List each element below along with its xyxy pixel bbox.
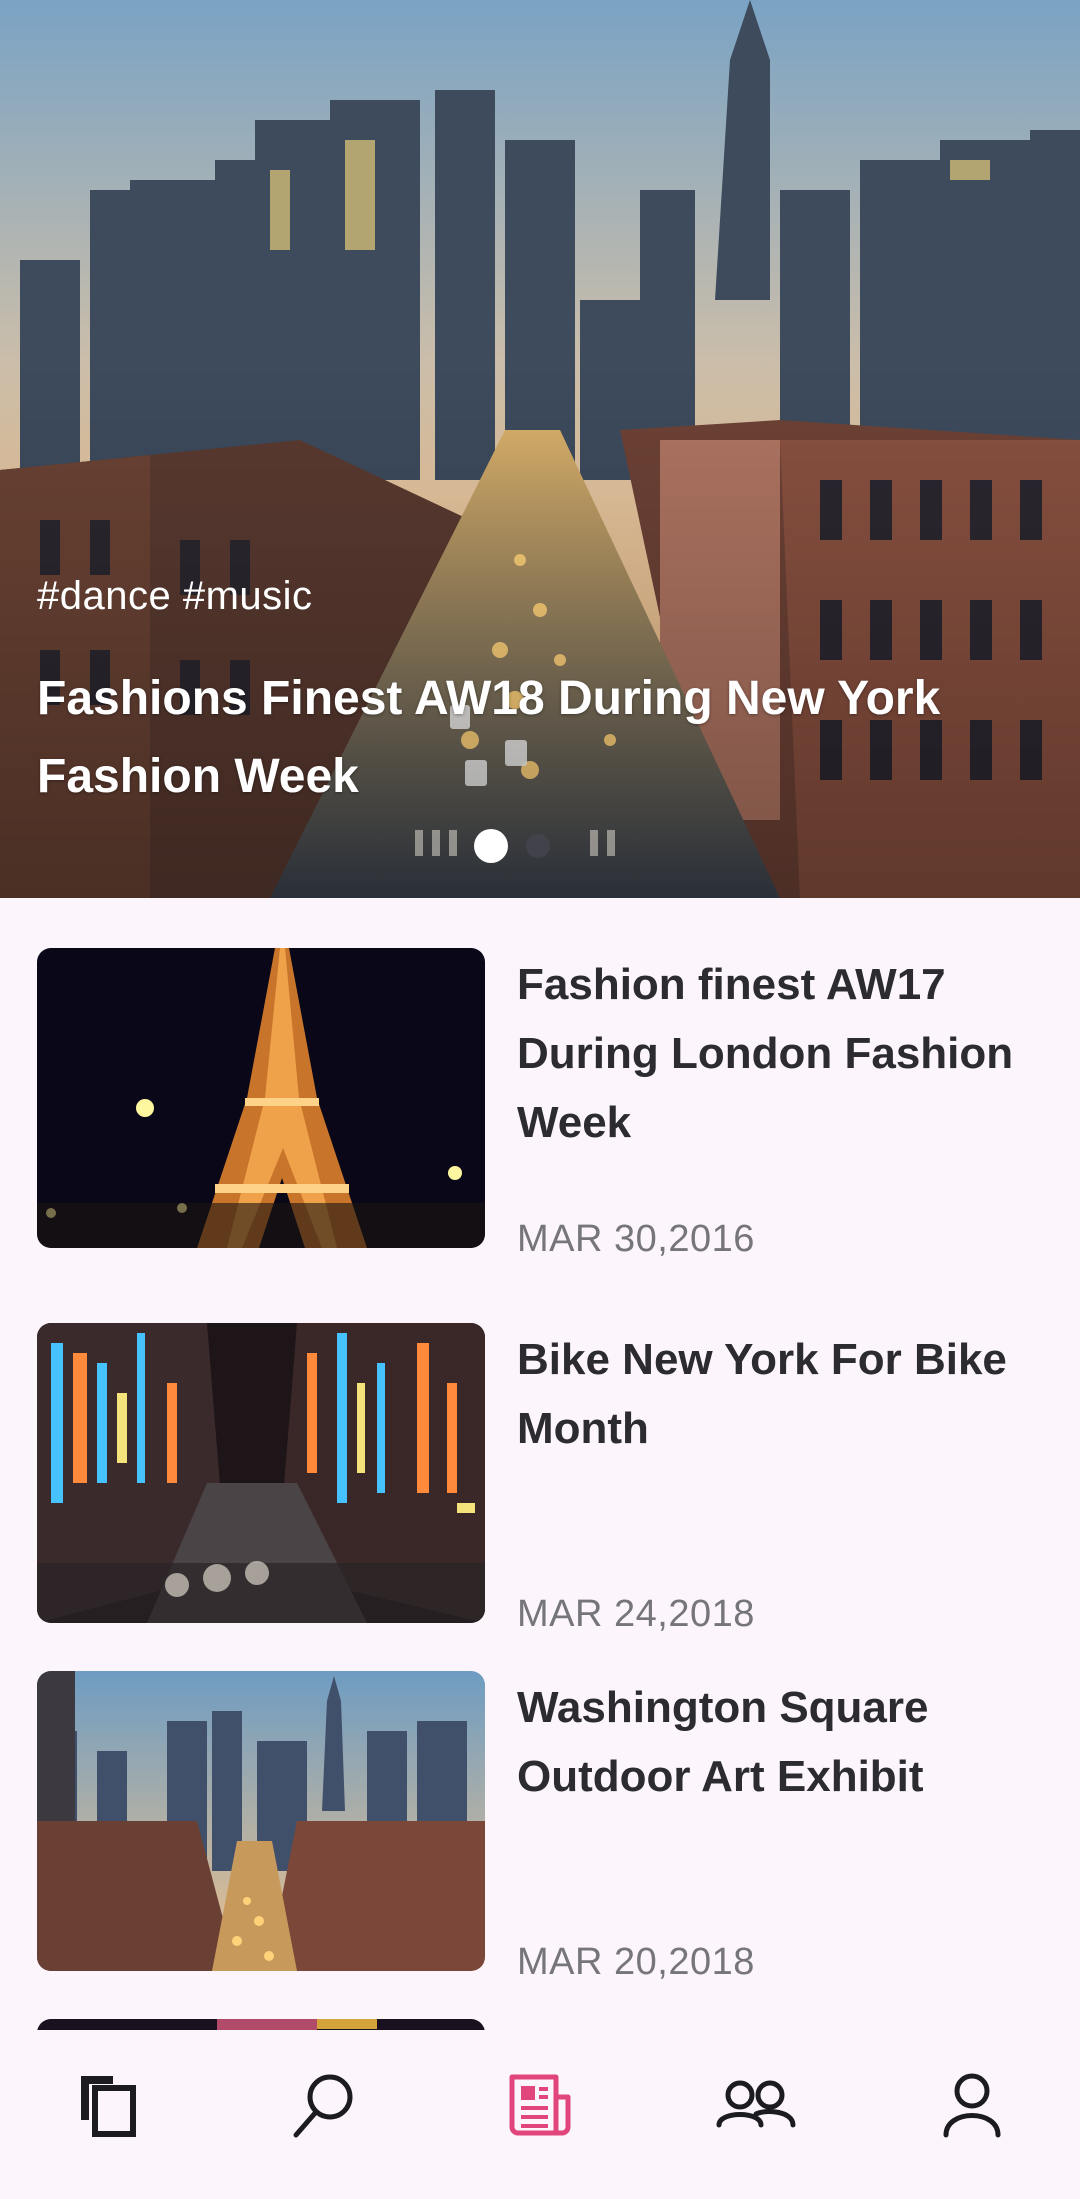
people-icon [716,2080,796,2127]
hero-tags[interactable]: #dance #music [37,574,313,619]
eiffel-tower-image [37,948,485,1248]
article-date: MAR 20,2018 [517,1941,755,1983]
article-date: MAR 24,2018 [517,1593,755,1635]
article-thumbnail [37,1671,485,1971]
carousel-dot-active[interactable] [474,829,508,863]
article-item[interactable]: Washington Square Outdoor Art Exhibit MA… [0,1671,1080,1983]
carousel-dot[interactable] [526,834,550,858]
bottom-navigation [0,2030,1080,2199]
hero-title[interactable]: Fashions Finest AW18 During New York Fas… [37,660,1037,816]
article-title: Fashion finest AW17 During London Fashio… [517,960,1014,1147]
carousel-indicator [474,829,550,863]
article-title: Washington Square Outdoor Art Exhibit [517,1683,929,1801]
neon-street-image [37,1323,485,1623]
nav-search[interactable] [274,2055,374,2155]
city-skyline-image [37,1671,485,1971]
nav-people[interactable] [706,2055,806,2155]
pages-icon [81,2075,136,2137]
person-icon [943,2073,1001,2137]
nav-profile[interactable] [922,2055,1022,2155]
featured-carousel[interactable]: #dance #music Fashions Finest AW18 Durin… [0,0,1080,898]
article-date: MAR 30,2016 [517,1218,755,1260]
news-icon [509,2074,571,2135]
article-item[interactable]: Bike New York For Bike Month MAR 24,2018 [0,1323,1080,1635]
article-title: Bike New York For Bike Month [517,1335,1007,1453]
nav-pages[interactable] [58,2055,158,2155]
nav-news[interactable] [490,2055,590,2155]
article-thumbnail [37,1323,485,1623]
article-item[interactable]: Fashion finest AW17 During London Fashio… [0,948,1080,1260]
news-screen: #dance #music Fashions Finest AW18 Durin… [0,0,1080,2199]
article-thumbnail [37,948,485,1248]
search-icon [293,2074,353,2137]
